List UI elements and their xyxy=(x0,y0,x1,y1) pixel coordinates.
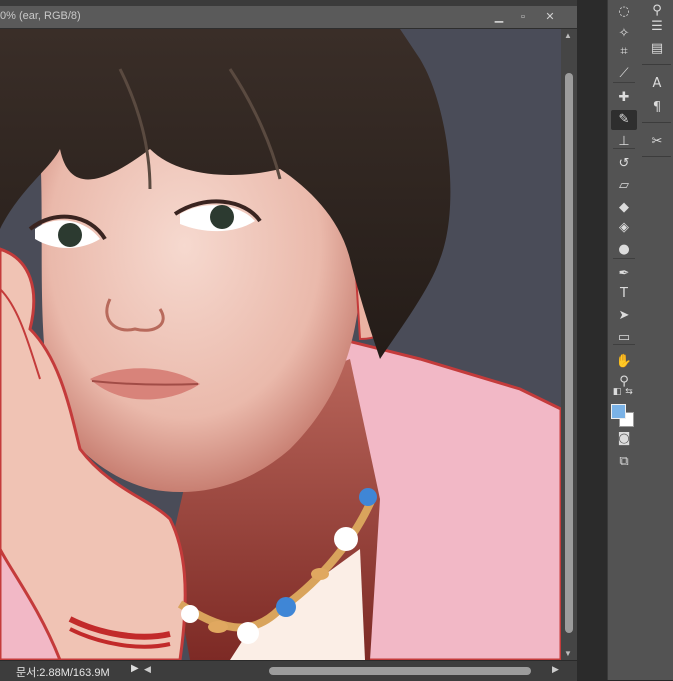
close-button[interactable]: ✕ xyxy=(540,9,560,25)
status-bar: 문서:2.88M/163.9M ▶ ◀ ▶ xyxy=(0,660,577,681)
history-brush-tool[interactable]: ↺ xyxy=(611,154,637,174)
dodge-tool[interactable]: ● xyxy=(611,240,637,260)
hand-tool[interactable]: ✋ xyxy=(611,352,637,372)
artwork-portrait xyxy=(0,29,561,660)
dock-separator xyxy=(642,156,671,157)
shape-tool[interactable]: ▭ xyxy=(611,328,637,348)
brush-tool[interactable]: ✎ xyxy=(611,110,637,130)
workspace-gap xyxy=(577,0,607,680)
zoom-tool[interactable]: ⚲ xyxy=(611,372,637,392)
blur-tool[interactable]: ◈ xyxy=(611,218,637,238)
lasso-tool[interactable]: ◌ xyxy=(611,2,637,22)
adjustments-icon[interactable]: ☰ xyxy=(644,16,670,38)
dock-separator xyxy=(642,122,671,123)
horizontal-scrollbar[interactable] xyxy=(156,665,552,677)
magic-wand-tool[interactable]: ✧ xyxy=(611,24,637,44)
character-icon[interactable]: A xyxy=(644,73,670,95)
path-selection-tool[interactable]: ➤ xyxy=(611,306,637,326)
tool-separator xyxy=(613,148,635,149)
paint-bucket-tool[interactable]: ◆ xyxy=(611,198,637,218)
status-menu-arrow-icon[interactable]: ▶ xyxy=(131,663,139,674)
vertical-scroll-thumb[interactable] xyxy=(565,73,573,633)
foreground-color-swatch[interactable] xyxy=(611,404,626,419)
crop-tool[interactable]: ⌗ xyxy=(611,42,637,62)
eraser-tool[interactable]: ▱ xyxy=(611,176,637,196)
maximize-button[interactable]: ▫ xyxy=(513,9,533,25)
document-title: 0% (ear, RGB/8) xyxy=(0,10,81,22)
document-window: 0% (ear, RGB/8) ▁ ▫ ✕ ▲ ▼ 문서:2.88M/163.9… xyxy=(0,0,577,681)
eyedropper-tool[interactable]: ⟋ xyxy=(611,64,637,84)
tools-preset-icon[interactable]: ✂ xyxy=(644,131,670,153)
properties-icon[interactable]: ▤ xyxy=(644,38,670,60)
scroll-right-arrow-icon[interactable]: ▶ xyxy=(552,664,559,675)
scroll-left-arrow-icon[interactable]: ◀ xyxy=(144,664,151,675)
paragraph-icon[interactable]: ¶ xyxy=(644,97,670,119)
scroll-up-arrow-icon[interactable]: ▲ xyxy=(564,31,572,40)
dock-separator xyxy=(642,64,671,65)
vertical-scrollbar[interactable]: ▲ ▼ xyxy=(561,29,577,660)
healing-brush-tool[interactable]: ✚ xyxy=(611,88,637,108)
document-size-readout: 문서:2.88M/163.9M xyxy=(16,667,110,679)
tool-separator xyxy=(613,344,635,345)
type-tool[interactable]: T xyxy=(611,284,637,304)
canvas[interactable] xyxy=(0,29,561,660)
tool-separator xyxy=(613,82,635,83)
horizontal-scroll-thumb[interactable] xyxy=(269,667,531,675)
pen-tool[interactable]: ✒ xyxy=(611,264,637,284)
document-tab[interactable]: 0% (ear, RGB/8) ▁ ▫ ✕ xyxy=(0,6,577,29)
tool-separator xyxy=(613,258,635,259)
screen-mode-icon[interactable]: ⧉ xyxy=(611,452,637,472)
minimize-button[interactable]: ▁ xyxy=(489,9,509,25)
quick-mask-icon[interactable]: ◙ xyxy=(611,429,637,449)
scroll-down-arrow-icon[interactable]: ▼ xyxy=(564,649,572,658)
clone-stamp-tool[interactable]: ⊥ xyxy=(611,132,637,152)
